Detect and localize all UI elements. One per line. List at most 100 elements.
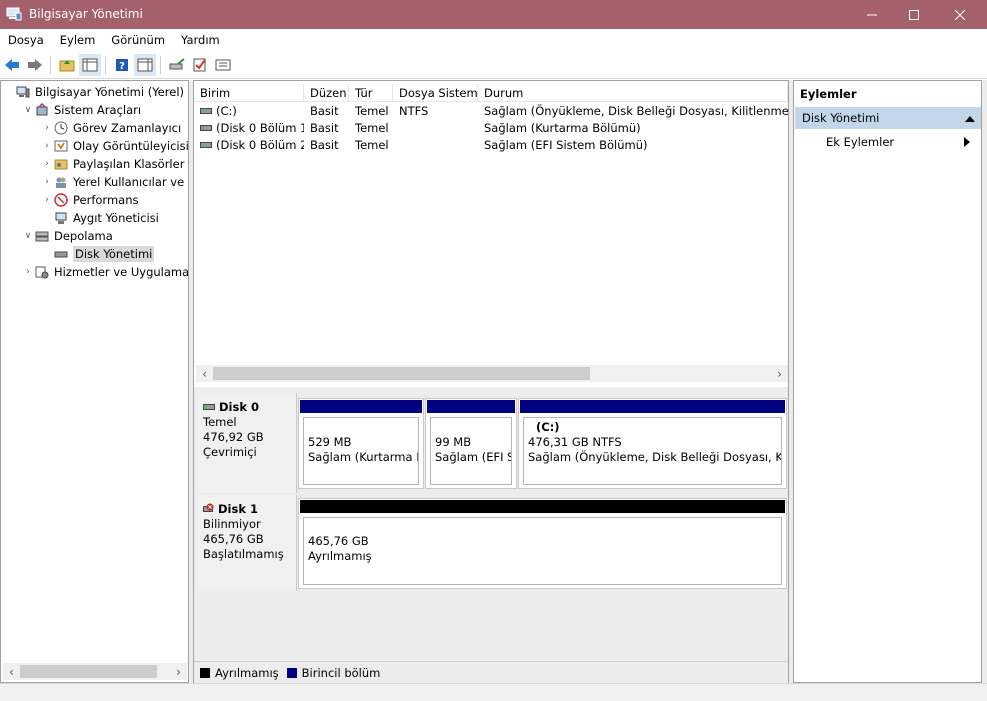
tree-item-performans[interactable]: › Performans <box>41 191 138 209</box>
partition-title: (C:) <box>536 420 560 434</box>
column-duzen[interactable]: Düzen <box>304 84 349 102</box>
actions-title: Eylemler <box>800 87 857 101</box>
services-icon <box>34 264 50 280</box>
scrollbar-thumb[interactable] <box>20 665 157 678</box>
tree-item-g-rev-zamanlay-c-[interactable]: › Görev Zamanlayıcı <box>41 119 181 137</box>
chevron-right-icon[interactable]: › <box>41 123 53 133</box>
volume-row[interactable]: (C:) Basit Temel NTFS Sağlam (Önyükleme, Dis… <box>194 103 788 120</box>
event-viewer-icon <box>53 138 69 154</box>
disk-status: Başlatılmamış <box>203 547 284 561</box>
volume-cell-durum: Sağlam (EFI Sistem Bölümü) <box>484 138 648 152</box>
actions-section-disk-management[interactable]: Disk Yönetimi <box>795 107 981 129</box>
menu-gorunum[interactable]: Görünüm <box>103 33 173 47</box>
disk-type: Bilinmiyor <box>203 517 261 531</box>
partition-unallocated[interactable]: 465,76 GB Ayrılmamış <box>298 498 787 589</box>
tree-item-label: Görev Zamanlayıcı <box>73 121 182 135</box>
scroll-left-icon[interactable]: ‹ <box>3 665 20 679</box>
help-icon[interactable]: ? <box>111 54 133 76</box>
volume-horizontal-scrollbar[interactable]: ‹ › <box>196 365 788 382</box>
partition-status: Sağlam (Önyükleme, Disk Belleği Dosyası,… <box>528 450 782 464</box>
tree-item-label: Depolama <box>54 229 113 243</box>
menu-eylem[interactable]: Eylem <box>52 33 104 47</box>
tree-item-label: Hizmetler ve Uygulamalar <box>54 265 189 279</box>
tree-item-sistem-ara-lar-[interactable]: ∨ Sistem Araçları <box>22 101 141 119</box>
device-manager-icon <box>53 210 69 226</box>
scroll-right-icon[interactable]: › <box>170 665 187 679</box>
action-more-actions[interactable]: Ek Eylemler <box>826 135 976 149</box>
chevron-right-icon[interactable]: › <box>41 177 53 187</box>
legend-unallocated-swatch <box>200 667 210 678</box>
disk-size: 465,76 GB <box>203 532 264 546</box>
partition-size: 99 MB <box>435 435 472 449</box>
volume-row[interactable]: (Disk 0 Bölüm 2) Basit Temel Sağlam (EFI Si… <box>194 137 788 154</box>
column-tur[interactable]: Tür <box>349 84 393 102</box>
tree-horizontal-scrollbar[interactable]: ‹ › <box>3 663 187 680</box>
properties-icon[interactable] <box>212 54 234 76</box>
chevron-right-icon[interactable]: › <box>41 141 53 151</box>
volume-row[interactable]: (Disk 0 Bölüm 1) Basit Temel Sağlam (Kurtar… <box>194 120 788 137</box>
tree-item-payla-lan-klas-rler[interactable]: › Paylaşılan Klasörler <box>41 155 184 173</box>
volume-icon <box>200 104 212 118</box>
tree-item-depolama[interactable]: ∨ Depolama <box>22 227 113 245</box>
chevron-right-icon[interactable]: › <box>22 267 34 277</box>
menu-bar: Dosya Eylem Görünüm Yardım <box>0 29 987 51</box>
tree-item-label: Aygıt Yöneticisi <box>73 211 159 225</box>
disk-error-icon <box>203 502 215 517</box>
checklist-icon[interactable] <box>189 54 211 76</box>
volume-cell-duzen: Basit <box>310 121 339 135</box>
disk-name: Disk 0 <box>219 400 259 414</box>
chevron-down-icon[interactable]: ∨ <box>22 105 34 115</box>
title-bar: Bilgisayar Yönetimi <box>0 0 987 29</box>
tree-item-yerel-kullan-c-lar-ve-gru[interactable]: › Yerel Kullanıcılar ve Gru <box>41 173 188 191</box>
column-birim[interactable]: Birim <box>194 84 304 102</box>
volume-cell-tur: Temel <box>355 121 389 135</box>
collapse-up-icon[interactable] <box>965 112 975 126</box>
show-hide-tree-icon[interactable] <box>79 53 101 76</box>
scroll-left-icon[interactable]: ‹ <box>196 367 213 381</box>
computer-management-icon <box>6 7 22 21</box>
back-icon[interactable] <box>1 54 23 76</box>
tree-item-label: Performans <box>73 193 139 207</box>
disk-1-label[interactable]: Disk 1 Bilinmiyor 465,76 GB Başlatılmamı… <box>196 495 297 591</box>
menu-yardim[interactable]: Yardım <box>173 33 228 47</box>
tree-item-olay-g-r-nt-leyicisi[interactable]: › Olay Görüntüleyicisi <box>41 137 188 155</box>
disk-icon <box>53 246 69 262</box>
toolbar-separator <box>160 55 161 74</box>
minimize-button[interactable] <box>849 0 895 29</box>
column-durum[interactable]: Durum <box>478 84 788 102</box>
partition-efi[interactable]: 99 MB Sağlam (EFI Sis <box>425 398 517 489</box>
chevron-down-icon[interactable]: ∨ <box>22 231 34 241</box>
legend: Ayrılmamış Birincil bölüm <box>194 661 788 683</box>
volume-list-header: Birim Düzen Tür Dosya Sistemi Durum <box>194 84 788 102</box>
action-label: Ek Eylemler <box>826 135 895 149</box>
tree-item-bilgisayar-y-netimi-yerel-[interactable]: Bilgisayar Yönetimi (Yerel) <box>3 83 184 101</box>
disk-type: Temel <box>203 415 237 429</box>
tree-item-ayg-t-y-neticisi[interactable]: Aygıt Yöneticisi <box>41 209 159 227</box>
tree-item-hizmetler-ve-uygulamalar[interactable]: › Hizmetler ve Uygulamalar <box>22 263 189 281</box>
volume-cell-birim: (Disk 0 Bölüm 1) <box>194 120 304 137</box>
legend-primary-label: Birincil bölüm <box>301 665 381 680</box>
disk-status: Çevrimiçi <box>203 445 257 459</box>
partition-status: Ayrılmamış <box>308 549 372 563</box>
tree-item-disk-y-netimi[interactable]: Disk Yönetimi <box>41 245 155 263</box>
chevron-right-icon[interactable]: › <box>41 195 53 205</box>
up-folder-icon[interactable] <box>56 54 78 76</box>
menu-dosya[interactable]: Dosya <box>0 33 52 47</box>
close-button[interactable] <box>937 0 983 29</box>
scrollbar-thumb[interactable] <box>213 367 590 380</box>
maximize-button[interactable] <box>891 0 937 29</box>
disk-0-label[interactable]: Disk 0 Temel 476,92 GB Çevrimiçi <box>196 393 297 493</box>
partition-c[interactable]: (C:) 476,31 GB NTFS Sağlam (Önyükleme, D… <box>518 398 787 489</box>
chevron-right-icon[interactable]: › <box>41 159 53 169</box>
column-dosya-sistemi[interactable]: Dosya Sistemi <box>393 84 478 102</box>
legend-unallocated-label: Ayrılmamış <box>215 665 279 680</box>
partition-size: 476,31 GB NTFS <box>528 435 622 449</box>
partition-recovery[interactable]: 529 MB Sağlam (Kurtarma Bö <box>298 398 424 489</box>
tree-item-label: Disk Yönetimi <box>73 246 155 262</box>
users-icon <box>53 174 69 190</box>
scroll-right-icon[interactable]: › <box>771 367 788 381</box>
show-hide-action-pane-icon[interactable] <box>134 53 156 76</box>
connect-disk-icon[interactable] <box>166 54 188 76</box>
forward-icon[interactable] <box>24 54 46 76</box>
toolbar: ? <box>0 51 987 79</box>
